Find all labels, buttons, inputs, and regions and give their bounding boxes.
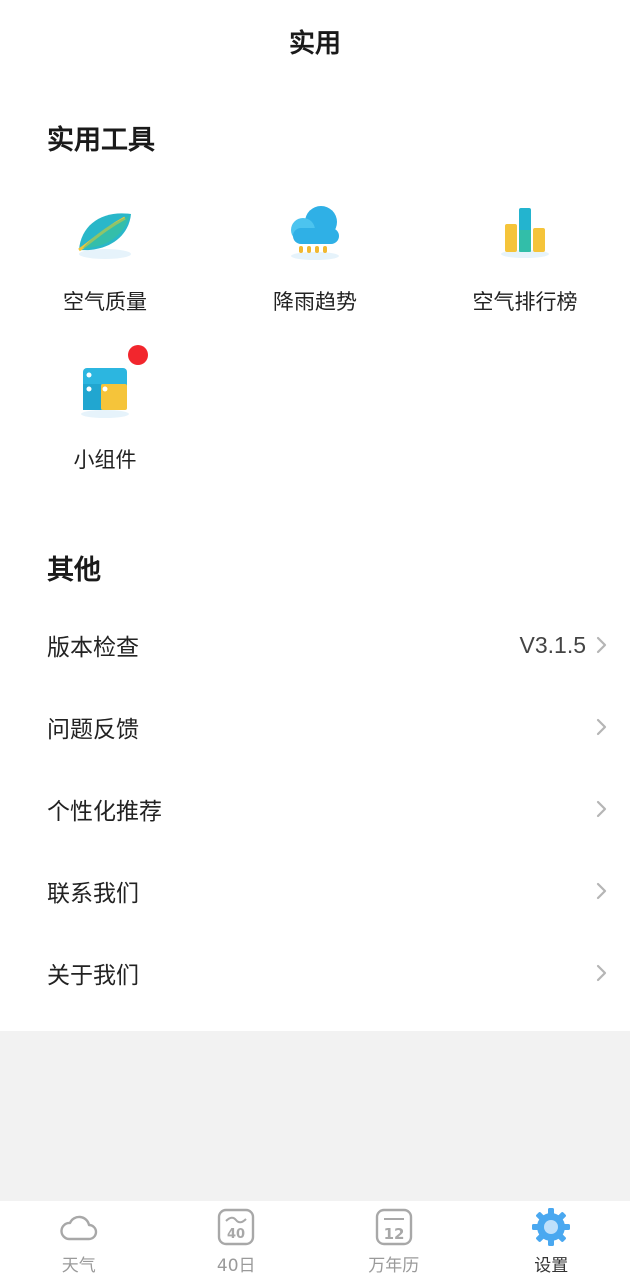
svg-text:40: 40 [227,1227,245,1242]
page-header: 实用 [0,0,630,82]
bar-ranking-icon [493,200,557,264]
tool-air-quality[interactable]: 空气质量 [0,200,210,340]
list-item-feedback[interactable]: 问题反馈 [0,686,630,768]
tab-weather[interactable]: 天气 [0,1201,158,1280]
chevron-right-icon [596,964,607,982]
bottom-tab-bar: 天气 40 40日 12 万年历 设置 [0,1201,630,1280]
calendar-40-icon: 40 [218,1208,255,1246]
tool-widgets[interactable]: 小组件 [0,358,210,498]
list-item-label: 版本检查 [47,635,139,661]
cloud-icon [60,1215,97,1241]
svg-text:12: 12 [383,1225,404,1243]
tool-label: 空气排行榜 [472,290,578,314]
notification-badge [128,345,148,365]
leaf-icon [73,200,137,264]
tool-label: 降雨趋势 [273,290,357,314]
list-item-contact-us[interactable]: 联系我们 [0,850,630,932]
tool-rain-trend[interactable]: 降雨趋势 [210,200,420,340]
chevron-right-icon [596,636,607,654]
list-item-version-check[interactable]: 版本检查 V3.1.5 [0,604,630,686]
tab-label: 设置 [534,1256,569,1276]
list-item-label: 关于我们 [47,963,139,989]
tools-section-title: 实用工具 [47,125,155,156]
tab-40-days[interactable]: 40 40日 [158,1201,316,1280]
calendar-12-icon: 12 [375,1208,412,1246]
tab-label: 天气 [61,1256,96,1276]
list-item-personalized-recommendation[interactable]: 个性化推荐 [0,768,630,850]
list-item-about-us[interactable]: 关于我们 [0,932,630,1014]
list-item-label: 个性化推荐 [47,799,162,825]
list-item-label: 联系我们 [47,881,139,907]
chevron-right-icon [596,718,607,736]
tab-label: 40日 [216,1256,256,1276]
gear-icon [532,1208,571,1246]
tool-air-ranking[interactable]: 空气排行榜 [420,200,630,340]
list-item-label: 问题反馈 [47,717,139,743]
settings-list: 版本检查 V3.1.5 问题反馈 个性化推荐 联系我们 关于我们 [0,604,630,1014]
page-title: 实用 [288,28,341,59]
chevron-right-icon [596,800,607,818]
tab-perpetual-calendar[interactable]: 12 万年历 [315,1201,473,1280]
chevron-right-icon [596,882,607,900]
tool-label: 小组件 [73,448,137,472]
tab-label: 万年历 [368,1256,420,1276]
tool-label: 空气质量 [63,290,147,314]
version-value: V3.1.5 [519,631,587,658]
widget-icon [73,358,137,422]
empty-background-area [0,1031,630,1201]
other-section-title: 其他 [47,555,101,586]
tab-settings[interactable]: 设置 [473,1201,630,1280]
rain-cloud-icon [283,200,347,264]
